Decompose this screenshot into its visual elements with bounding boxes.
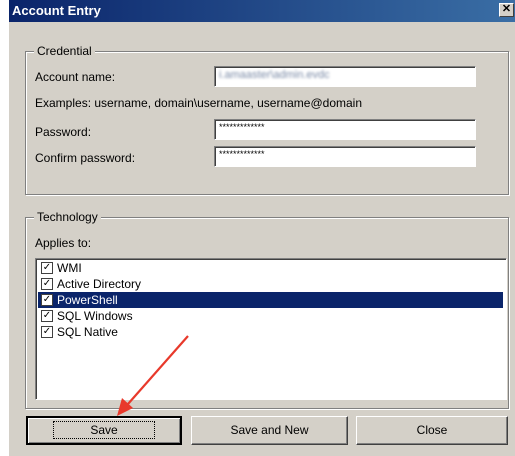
list-item-label: SQL Windows xyxy=(57,309,133,323)
account-name-input[interactable]: i.amaaster\admin.evdc xyxy=(214,66,476,87)
account-name-value: i.amaaster\admin.evdc xyxy=(219,69,330,81)
title-bar: Account Entry ✕ xyxy=(9,0,515,22)
powershell-checkbox[interactable]: ✓ xyxy=(41,294,53,306)
applies-to-label: Applies to: xyxy=(35,236,92,250)
save-button-label: Save xyxy=(53,421,155,439)
list-item-powershell[interactable]: ✓ PowerShell xyxy=(38,292,503,308)
close-button-label: Close xyxy=(416,423,448,437)
list-item-sql-native[interactable]: ✓ SQL Native xyxy=(38,324,503,340)
list-item-label: SQL Native xyxy=(57,325,118,339)
credential-legend: Credential xyxy=(34,44,95,58)
confirm-password-label: Confirm password: xyxy=(35,151,136,165)
list-item-label: Active Directory xyxy=(57,277,142,291)
list-item-wmi[interactable]: ✓ WMI xyxy=(38,260,503,276)
save-button[interactable]: Save xyxy=(26,416,182,445)
technology-list[interactable]: ✓ WMI ✓ Active Directory ✓ PowerShell ✓ … xyxy=(35,258,507,400)
account-entry-dialog: Account Entry ✕ Credential Account name:… xyxy=(8,0,515,456)
save-and-new-button[interactable]: Save and New xyxy=(191,416,348,445)
close-icon[interactable]: ✕ xyxy=(499,3,514,17)
confirm-password-value: ************* xyxy=(219,149,265,159)
wmi-checkbox[interactable]: ✓ xyxy=(41,262,53,274)
close-button[interactable]: Close xyxy=(356,416,508,445)
password-value: ************* xyxy=(219,122,265,132)
window-title: Account Entry xyxy=(12,3,101,18)
confirm-password-input[interactable]: ************* xyxy=(214,146,476,167)
active-directory-checkbox[interactable]: ✓ xyxy=(41,278,53,290)
technology-legend: Technology xyxy=(34,210,101,224)
password-input[interactable]: ************* xyxy=(214,119,476,140)
account-name-label: Account name: xyxy=(35,70,116,84)
list-item-active-directory[interactable]: ✓ Active Directory xyxy=(38,276,503,292)
save-and-new-label: Save and New xyxy=(230,423,309,437)
list-item-label: PowerShell xyxy=(57,293,118,307)
sql-native-checkbox[interactable]: ✓ xyxy=(41,326,53,338)
list-item-label: WMI xyxy=(57,261,82,275)
sql-windows-checkbox[interactable]: ✓ xyxy=(41,310,53,322)
examples-text: Examples: username, domain\username, use… xyxy=(35,96,363,110)
list-item-sql-windows[interactable]: ✓ SQL Windows xyxy=(38,308,503,324)
password-label: Password: xyxy=(35,125,92,139)
